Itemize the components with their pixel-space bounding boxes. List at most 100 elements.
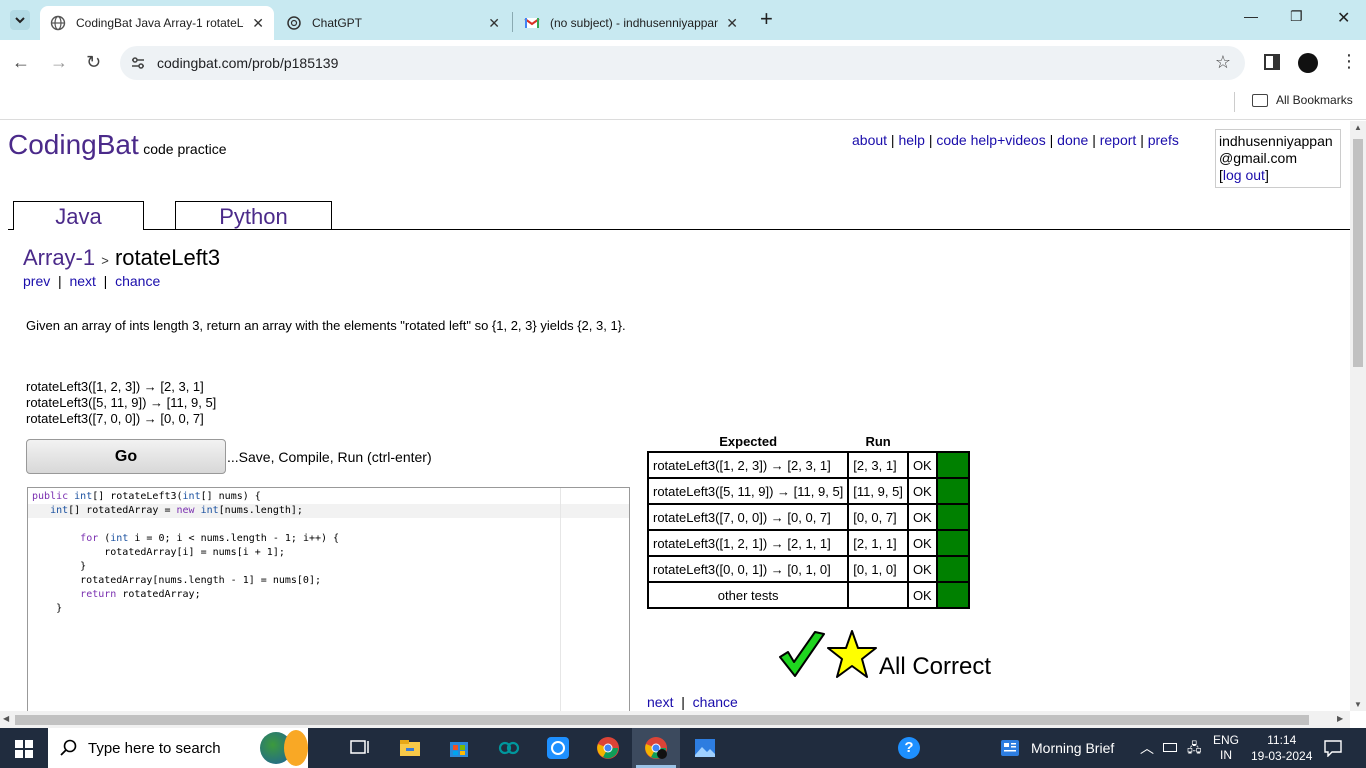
chance-link[interactable]: chance <box>693 694 738 710</box>
all-correct-banner: All Correct <box>777 621 991 681</box>
expected-cell: rotateLeft3([1, 2, 3]) → [2, 3, 1] <box>646 451 850 479</box>
store-icon[interactable] <box>447 736 471 760</box>
news-label[interactable]: Morning Brief <box>1031 740 1114 756</box>
back-icon[interactable]: ← <box>12 52 30 73</box>
example-line: rotateLeft3([5, 11, 9]) → [11, 9, 5] <box>26 395 217 410</box>
reload-icon[interactable]: ↻ <box>86 52 101 73</box>
breadcrumb-parent[interactable]: Array-1 <box>23 245 95 270</box>
done-link[interactable]: done <box>1057 132 1088 148</box>
avatar[interactable] <box>1298 53 1318 73</box>
arduino-icon[interactable] <box>497 736 521 760</box>
menu-icon[interactable]: ⋮ <box>1340 51 1358 72</box>
expected-cell: rotateLeft3([0, 0, 1]) → [0, 1, 0] <box>646 555 850 583</box>
table-row: other tests OK <box>646 581 970 609</box>
run-cell: [0, 0, 7] <box>847 503 909 531</box>
problem-description: Given an array of ints length 3, return … <box>26 318 626 333</box>
top-links: about | help | code help+videos | done |… <box>852 132 1179 148</box>
tab-title: CodingBat Java Array-1 rotateLeft3 <box>76 16 244 30</box>
code-text: public int[] rotateLeft3(int[] nums) { i… <box>32 491 340 614</box>
code-editor[interactable]: public int[] rotateLeft3(int[] nums) { i… <box>27 487 630 711</box>
help-link[interactable]: help <box>898 132 924 148</box>
prefs-link[interactable]: prefs <box>1148 132 1179 148</box>
scroll-left-icon[interactable]: ◀ <box>3 714 9 723</box>
bookmark-star-icon[interactable]: ☆ <box>1215 52 1231 73</box>
scroll-right-icon[interactable]: ▶ <box>1337 714 1343 723</box>
scroll-down-icon[interactable]: ▼ <box>1354 700 1362 709</box>
example-line: rotateLeft3([1, 2, 3]) → [2, 3, 1] <box>26 379 204 394</box>
tab-gmail[interactable]: (no subject) - indhusenniyappan ✕ <box>514 6 748 40</box>
tab-java[interactable]: Java <box>13 201 144 230</box>
status-cell: OK <box>906 581 938 609</box>
gmail-icon <box>524 18 540 28</box>
bottom-nav: next | chance <box>647 694 738 710</box>
address-bar[interactable]: codingbat.com/prob/p185139 ☆ <box>120 46 1245 80</box>
windows-start-icon[interactable] <box>15 740 33 758</box>
file-explorer-icon[interactable] <box>398 736 422 760</box>
photos-icon[interactable] <box>693 736 717 760</box>
news-icon[interactable] <box>1001 740 1019 756</box>
site-logo[interactable]: CodingBat code practice <box>8 129 227 161</box>
next-link[interactable]: next <box>69 273 95 289</box>
language-indicator[interactable]: ENG IN <box>1213 733 1239 763</box>
col-run: Run <box>865 434 891 449</box>
region-code: IN <box>1220 748 1232 762</box>
network-icon[interactable]: 🖧 <box>1187 739 1202 761</box>
vertical-scrollbar[interactable]: ▲ ▼ <box>1350 121 1366 711</box>
expected-cell: rotateLeft3([5, 11, 9]) → [11, 9, 5] <box>646 477 850 505</box>
help-icon[interactable]: ? <box>898 737 920 759</box>
time: 11:14 <box>1267 733 1297 747</box>
site-info-icon[interactable] <box>130 55 146 71</box>
go-button[interactable]: Go <box>26 439 226 474</box>
chevron-up-icon[interactable]: ︿ <box>1140 738 1154 758</box>
taskbar: Type here to search ? Morning Brief ︿ 🖧 … <box>0 728 1366 768</box>
prev-link[interactable]: prev <box>23 273 50 289</box>
next-link[interactable]: next <box>647 694 673 710</box>
close-icon[interactable]: ✕ <box>488 15 500 32</box>
tab-search-icon[interactable] <box>10 10 30 30</box>
restore-icon[interactable]: ❐ <box>1290 8 1303 25</box>
all-bookmarks-label[interactable]: All Bookmarks <box>1276 93 1353 107</box>
close-icon[interactable]: ✕ <box>252 15 264 32</box>
tab-title: (no subject) - indhusenniyappan <box>550 16 719 30</box>
forward-icon[interactable]: → <box>50 52 68 73</box>
tab-codingbat[interactable]: CodingBat Java Array-1 rotateLeft3 ✕ <box>40 6 274 40</box>
url-text: codingbat.com/prob/p185139 <box>157 55 339 71</box>
status-indicator <box>935 503 970 531</box>
task-view-icon[interactable] <box>348 736 372 760</box>
taskbar-search[interactable]: Type here to search <box>48 728 308 768</box>
close-icon[interactable]: ✕ <box>726 15 738 32</box>
notifications-icon[interactable] <box>1324 739 1342 757</box>
logout-link[interactable]: log out <box>1223 167 1265 183</box>
horizontal-scrollbar[interactable]: ◀ ▶ <box>0 711 1350 728</box>
horizontal-scroll-thumb[interactable] <box>15 715 1309 725</box>
sync-app-icon[interactable] <box>546 736 570 760</box>
minimize-icon[interactable]: — <box>1244 8 1258 24</box>
chrome-icon[interactable] <box>644 736 668 760</box>
about-link[interactable]: about <box>852 132 887 148</box>
example-line: rotateLeft3([7, 0, 0]) → [0, 0, 7] <box>26 411 204 426</box>
tab-chatgpt[interactable]: ChatGPT ✕ <box>276 6 510 40</box>
breadcrumb: Array-1 > rotateLeft3 <box>23 245 220 271</box>
run-cell <box>847 581 909 609</box>
status-indicator <box>935 529 970 557</box>
status-cell: OK <box>906 477 938 505</box>
folder-icon[interactable] <box>1252 94 1268 107</box>
chance-link[interactable]: chance <box>115 273 160 289</box>
run-cell: [2, 1, 1] <box>847 529 909 557</box>
logout-wrapper: [log out] <box>1219 167 1269 183</box>
side-panel-icon[interactable] <box>1264 54 1280 70</box>
divider <box>1234 92 1235 112</box>
brand-tagline: code practice <box>143 141 227 157</box>
status-cell: OK <box>906 555 938 583</box>
vertical-scroll-thumb[interactable] <box>1353 139 1363 367</box>
scroll-up-icon[interactable]: ▲ <box>1354 123 1362 132</box>
new-tab-button[interactable]: + <box>760 6 773 32</box>
clock[interactable]: 11:14 19-03-2024 <box>1251 732 1312 764</box>
close-window-icon[interactable]: ✕ <box>1337 8 1350 28</box>
report-link[interactable]: report <box>1100 132 1137 148</box>
globe-icon <box>50 15 66 31</box>
code-help-link[interactable]: code help+videos <box>936 132 1045 148</box>
battery-icon[interactable] <box>1163 743 1177 752</box>
chrome-icon[interactable] <box>596 736 620 760</box>
tab-python[interactable]: Python <box>175 201 332 230</box>
